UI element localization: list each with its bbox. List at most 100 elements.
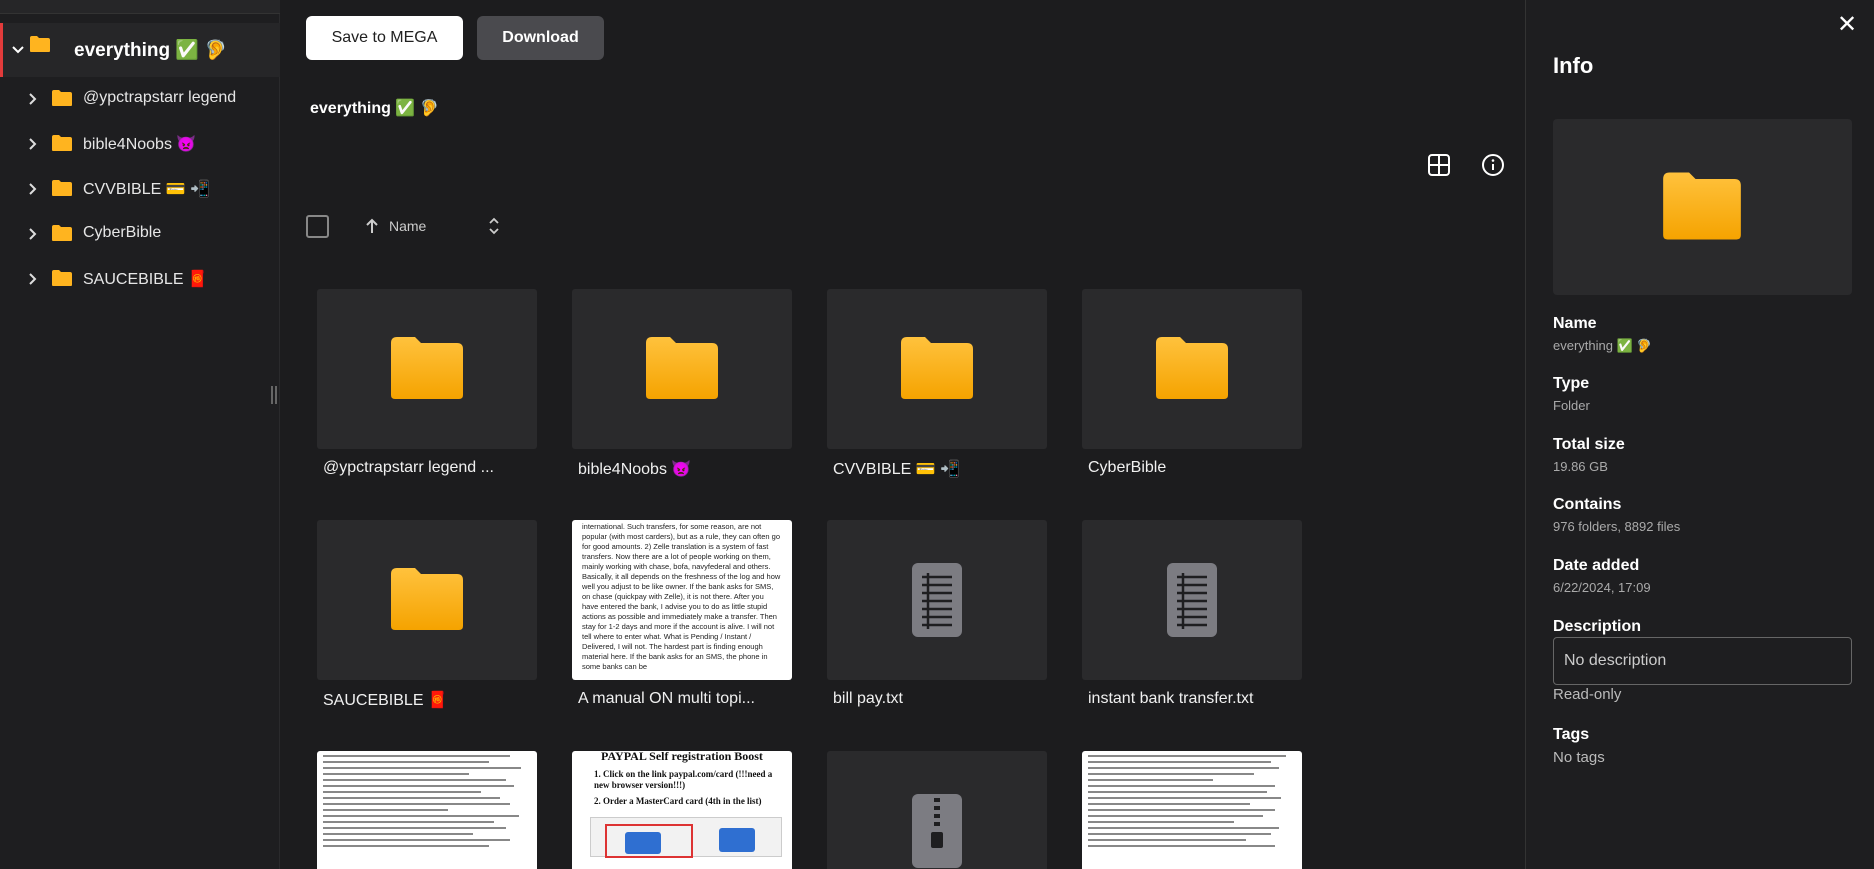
file-card[interactable]: PAYPAL Self registration Boost 1. Click … xyxy=(572,751,792,869)
read-only-note: Read-only xyxy=(1553,686,1622,703)
zip-archive-icon xyxy=(912,794,962,868)
select-all-checkbox[interactable] xyxy=(306,215,329,238)
grid-view-icon[interactable] xyxy=(1427,153,1451,177)
tree-item-bible4noobs[interactable]: bible4Noobs 👿 xyxy=(0,124,280,164)
total-size-label: Total size xyxy=(1553,436,1625,453)
sidebar-top-divider xyxy=(0,0,280,14)
tags-value: No tags xyxy=(1553,749,1605,766)
name-value: everything ✅ 🦻 xyxy=(1553,338,1653,353)
folder-icon xyxy=(52,180,72,196)
info-preview xyxy=(1553,119,1852,295)
date-added-label: Date added xyxy=(1553,557,1640,574)
text-file-icon xyxy=(1167,563,1217,637)
tree-item-saucebible[interactable]: SAUCEBIBLE 🧧 xyxy=(0,259,280,299)
file-name: @ypctrapstarr legend ... xyxy=(323,459,494,476)
sort-by-name[interactable]: Name xyxy=(389,218,426,234)
file-name: SAUCEBIBLE 🧧 xyxy=(323,692,448,709)
tree-item-label: @ypctrapstarr legend xyxy=(83,89,237,106)
document-preview-text: international. Such transfers, for some … xyxy=(582,522,781,671)
date-added-value: 6/22/2024, 17:09 xyxy=(1553,580,1651,595)
file-thumbnail[interactable] xyxy=(827,751,1047,869)
file-card[interactable]: bill pay.txt xyxy=(827,520,1047,708)
mega-app: everything ✅ 🦻 @ypctrapstarr legend bibl… xyxy=(0,0,1874,869)
tree-item-cvvbible[interactable]: CVVBIBLE 💳 📲 xyxy=(0,169,280,209)
document-preview-lines xyxy=(1088,755,1296,851)
contains-value: 976 folders, 8892 files xyxy=(1553,519,1681,534)
file-card[interactable]: @ypctrapstarr legend ... xyxy=(317,289,537,477)
card-image xyxy=(719,828,755,852)
info-icon[interactable] xyxy=(1481,153,1505,177)
document-preview-thumbnail[interactable]: PAYPAL Self registration Boost 1. Click … xyxy=(572,751,792,869)
folder-icon xyxy=(52,225,72,241)
file-card[interactable] xyxy=(1082,751,1302,869)
folder-icon xyxy=(52,135,72,151)
document-preview-thumbnail[interactable] xyxy=(1082,751,1302,869)
file-name: bible4Noobs 👿 xyxy=(578,461,692,478)
folder-icon xyxy=(391,568,463,630)
file-card[interactable] xyxy=(827,751,1047,869)
file-card[interactable]: SAUCEBIBLE 🧧 xyxy=(317,520,537,710)
file-name: instant bank transfer.txt xyxy=(1088,690,1254,707)
file-thumbnail[interactable] xyxy=(317,520,537,680)
file-card[interactable]: international. Such transfers, for some … xyxy=(572,520,792,708)
tree-root-label: everything ✅ 🦻 xyxy=(74,40,228,61)
tree-item-label: SAUCEBIBLE 🧧 xyxy=(83,271,208,288)
description-input[interactable] xyxy=(1553,637,1852,685)
folder-icon xyxy=(1663,172,1741,240)
tree-item-label: CVVBIBLE 💳 📲 xyxy=(83,181,210,198)
highlight-box xyxy=(605,824,693,858)
preview-step-2: 2. Order a MasterCard card (4th in the l… xyxy=(594,796,762,806)
folder-icon xyxy=(391,337,463,399)
folder-icon xyxy=(30,36,50,52)
total-size-value: 19.86 GB xyxy=(1553,459,1608,474)
contains-label: Contains xyxy=(1553,496,1622,513)
file-thumbnail[interactable] xyxy=(827,520,1047,680)
file-thumbnail[interactable] xyxy=(1082,520,1302,680)
tree-item-cyberbible[interactable]: CyberBible xyxy=(0,214,280,254)
folder-icon xyxy=(901,337,973,399)
folder-icon xyxy=(646,337,718,399)
card-selection-image xyxy=(590,817,782,858)
folder-icon xyxy=(1156,337,1228,399)
arrow-up-icon[interactable] xyxy=(365,217,379,235)
file-thumbnail[interactable] xyxy=(1082,289,1302,449)
file-card[interactable] xyxy=(317,751,537,869)
breadcrumb[interactable]: everything ✅ 🦻 xyxy=(310,98,440,118)
info-panel: ✕ Info Name everything ✅ 🦻 Type Folder T… xyxy=(1525,0,1874,869)
file-name: CyberBible xyxy=(1088,459,1167,476)
file-browser-main: Save to MEGA Download everything ✅ 🦻 Nam… xyxy=(281,0,1525,869)
type-label: Type xyxy=(1553,375,1590,392)
folder-icon xyxy=(52,90,72,106)
preview-step-1: 1. Click on the link paypal.com/card (!!… xyxy=(594,769,773,790)
file-thumbnail[interactable] xyxy=(827,289,1047,449)
sort-toggle-icon[interactable] xyxy=(487,216,501,236)
file-thumbnail[interactable] xyxy=(317,289,537,449)
tree-item-ypctrapstarr[interactable]: @ypctrapstarr legend xyxy=(0,79,280,119)
type-value: Folder xyxy=(1553,398,1590,413)
tree-root-everything[interactable]: everything ✅ 🦻 xyxy=(0,23,280,77)
file-thumbnail[interactable] xyxy=(572,289,792,449)
document-preview-thumbnail[interactable] xyxy=(317,751,537,869)
preview-title: PAYPAL Self registration Boost xyxy=(601,751,763,763)
folder-icon xyxy=(52,270,72,286)
file-card[interactable]: CVVBIBLE 💳 📲 xyxy=(827,289,1047,479)
chevron-right-icon[interactable] xyxy=(28,227,38,241)
chevron-down-icon[interactable] xyxy=(11,43,25,57)
file-card[interactable]: bible4Noobs 👿 xyxy=(572,289,792,479)
chevron-right-icon[interactable] xyxy=(28,137,38,151)
document-preview-lines xyxy=(323,755,531,851)
chevron-right-icon[interactable] xyxy=(28,272,38,286)
text-file-icon xyxy=(912,563,962,637)
file-card[interactable]: CyberBible xyxy=(1082,289,1302,477)
chevron-right-icon[interactable] xyxy=(28,182,38,196)
download-button[interactable]: Download xyxy=(477,16,604,60)
chevron-right-icon[interactable] xyxy=(28,92,38,106)
info-title: Info xyxy=(1553,53,1594,78)
document-preview-thumbnail[interactable]: international. Such transfers, for some … xyxy=(572,520,792,680)
folder-tree-sidebar: everything ✅ 🦻 @ypctrapstarr legend bibl… xyxy=(0,0,280,869)
save-to-mega-button[interactable]: Save to MEGA xyxy=(306,16,463,60)
file-name: bill pay.txt xyxy=(833,690,903,707)
file-card[interactable]: instant bank transfer.txt xyxy=(1082,520,1302,708)
close-icon[interactable]: ✕ xyxy=(1837,10,1857,39)
sidebar-resize-handle[interactable] xyxy=(271,386,277,404)
